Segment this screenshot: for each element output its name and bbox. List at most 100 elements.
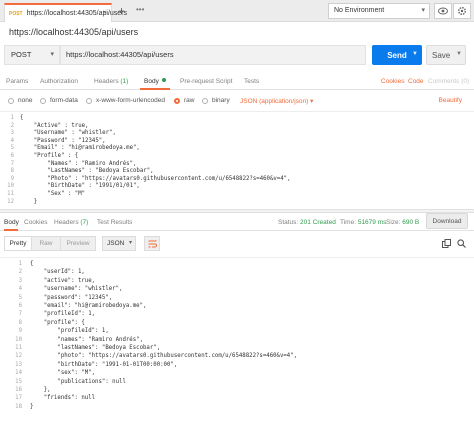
response-code-line: "userId": 1,: [30, 269, 85, 276]
request-title: https://localhost:44305/api/users: [9, 27, 139, 37]
time-readout: Time: 51679 ms: [340, 219, 386, 226]
response-line-number: 1: [18, 261, 22, 267]
search-icon[interactable]: [456, 238, 466, 248]
radio-form-data-label: form-data: [50, 97, 78, 104]
response-tab-headers[interactable]: Headers (7): [54, 219, 88, 226]
response-line-number: 8: [18, 319, 22, 326]
environment-select[interactable]: No Environment ▾: [328, 3, 430, 19]
tab-strip: POST https://localhost:44305/api/users ×…: [0, 0, 474, 22]
copy-icon[interactable]: [441, 238, 451, 248]
send-button[interactable]: Send ▼: [372, 45, 422, 65]
close-icon[interactable]: ×: [102, 8, 107, 17]
response-view-bar: Pretty Raw Preview JSON ▾: [0, 235, 474, 253]
response-line-number: 7: [18, 311, 22, 318]
new-tab-icon[interactable]: +: [118, 4, 125, 18]
radio-circle: [8, 97, 14, 104]
active-tab-indicator: [140, 88, 170, 90]
tab-method: POST: [9, 10, 23, 17]
response-body-viewer[interactable]: 1 {2 "userId": 1, 3 "active": true, 4 "user…: [0, 257, 474, 445]
response-tab-cookies[interactable]: Cookies: [24, 219, 47, 226]
tab-params[interactable]: Params: [6, 78, 28, 85]
radio-binary-label: binary: [212, 97, 230, 104]
response-line-number: 11: [15, 345, 22, 351]
body-format-label: JSON (application/json): [240, 98, 309, 105]
response-code-line: "email": "hi@ramirobedoya.me",: [30, 303, 147, 309]
body-format-select[interactable]: JSON (application/json) ▾: [240, 97, 313, 105]
save-button[interactable]: Save ▼: [426, 45, 466, 65]
response-code-line: "profileId": 1,: [30, 328, 109, 335]
response-line-number: 15: [15, 378, 22, 385]
response-tab-body[interactable]: Body: [4, 219, 19, 226]
radio-form-data[interactable]: form-data: [40, 97, 78, 104]
response-line-number: 18: [15, 403, 22, 410]
radio-raw[interactable]: raw: [174, 97, 194, 104]
radio-x-www-form-urlencoded[interactable]: x-www-form-urlencoded: [86, 97, 165, 104]
response-line-number: 4: [18, 286, 22, 293]
comments-link[interactable]: Comments (0): [428, 78, 469, 85]
response-headers-label: Headers: [54, 219, 79, 226]
size-value: 690 B: [402, 219, 420, 226]
status-label: Status:: [278, 219, 299, 226]
request-tab[interactable]: POST https://localhost:44305/api/users ×: [4, 3, 127, 22]
raw-button[interactable]: Raw: [32, 236, 60, 251]
body-type-options: none form-data x-www-form-urlencoded raw…: [0, 94, 474, 108]
tab-headers[interactable]: Headers (1): [94, 78, 128, 85]
tab-body[interactable]: Body: [144, 78, 166, 85]
environment-quick-look-button[interactable]: [434, 3, 452, 19]
response-format-select[interactable]: JSON ▾: [102, 236, 136, 251]
wrap-lines-button[interactable]: [144, 236, 160, 251]
response-tabs: Body Cookies Headers (7) Test Results St…: [0, 214, 474, 231]
response-code-line: "active": true,: [30, 277, 96, 284]
preview-button[interactable]: Preview: [60, 236, 96, 251]
environment-label: No Environment: [334, 7, 385, 14]
radio-binary[interactable]: binary: [202, 97, 230, 104]
eye-icon: [438, 7, 448, 15]
radio-urlencoded-label: x-www-form-urlencoded: [96, 97, 165, 104]
manage-environments-button[interactable]: [453, 3, 471, 19]
url-input[interactable]: https://localhost:44305/api/users: [60, 45, 366, 65]
time-label: Time:: [340, 219, 357, 226]
send-label: Send: [387, 50, 407, 60]
tab-pre-request-script[interactable]: Pre-request Script: [180, 78, 232, 85]
headers-count: (1): [120, 78, 129, 85]
response-line-number: 14: [15, 370, 22, 377]
response-code-line: "password": "12345",: [30, 294, 113, 301]
response-line-number: 10: [15, 336, 22, 343]
response-line-number: 16: [15, 387, 22, 393]
method-select[interactable]: POST ▾: [4, 45, 60, 65]
request-line-number: 12: [7, 198, 14, 205]
method-label: POST: [11, 50, 32, 59]
response-code-line: {: [30, 261, 34, 267]
radio-circle: [202, 97, 208, 104]
radio-circle: [86, 97, 92, 104]
time-value: 51679 ms: [357, 219, 387, 226]
pane-divider[interactable]: [0, 209, 474, 213]
body-indicator-icon: [161, 78, 166, 82]
radio-circle-selected: [174, 97, 180, 104]
response-line-number: 2: [18, 269, 22, 276]
request-body-editor[interactable]: 1{2 "Active" : true, 3 "Username" : "whis…: [0, 111, 474, 206]
tab-authorization[interactable]: Authorization: [40, 78, 78, 85]
chevron-down-icon[interactable]: ▼: [456, 51, 462, 57]
response-headers-count: (7): [80, 219, 89, 226]
response-format-label: JSON: [107, 240, 125, 247]
response-code-line: "friends": null: [30, 395, 96, 402]
gear-icon: [458, 7, 466, 15]
response-tab-test-results[interactable]: Test Results: [97, 219, 132, 226]
radio-none[interactable]: none: [8, 97, 32, 104]
chevron-down-icon[interactable]: ▼: [412, 51, 418, 57]
code-link[interactable]: Code: [408, 78, 424, 85]
more-tabs-icon[interactable]: •••: [136, 5, 144, 14]
beautify-button[interactable]: Beautify: [439, 97, 463, 104]
radio-none-label: none: [18, 97, 33, 104]
pretty-button[interactable]: Pretty: [4, 236, 32, 251]
download-button[interactable]: Download: [426, 213, 468, 229]
radio-circle: [40, 97, 46, 104]
request-code-line: }: [20, 198, 38, 205]
status-readout: Status: 201 Created: [278, 219, 336, 226]
cookies-link[interactable]: Cookies: [381, 78, 404, 85]
tab-tests[interactable]: Tests: [244, 78, 259, 85]
response-line-number: 5: [18, 294, 22, 301]
status-value: 201 Created: [300, 219, 336, 226]
response-code-line: }: [30, 403, 34, 410]
